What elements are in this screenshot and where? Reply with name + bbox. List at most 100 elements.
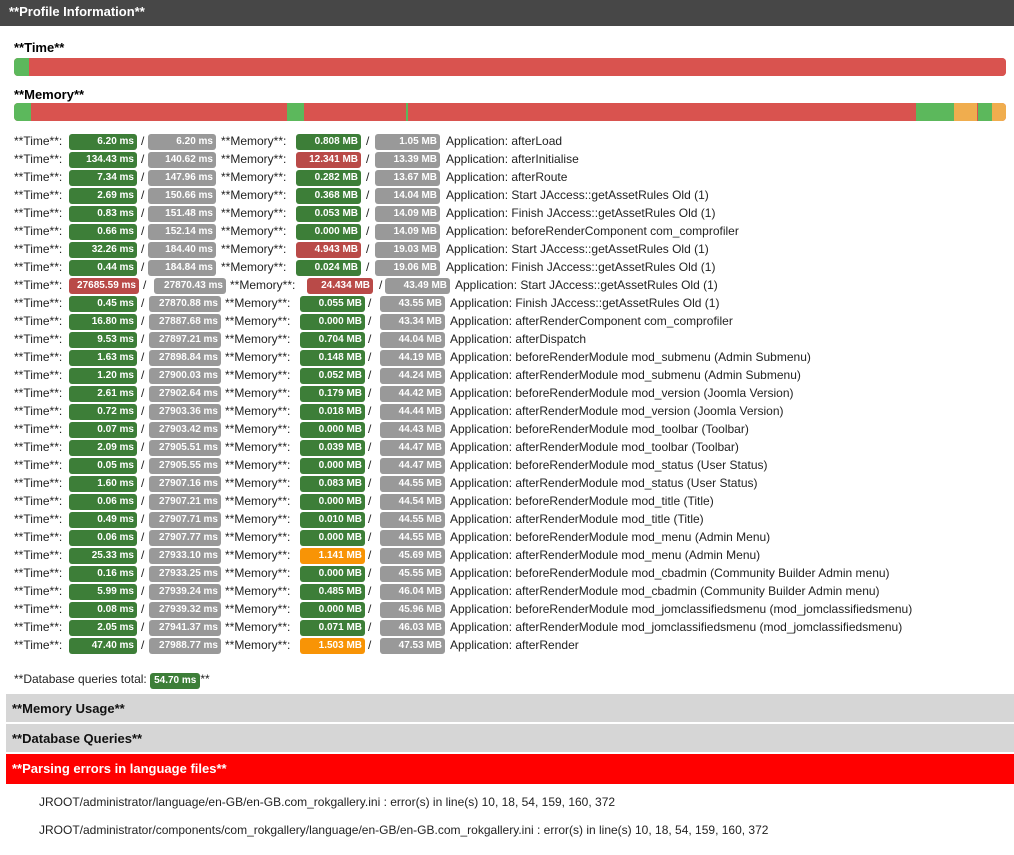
profile-row: **Time**: 0.05 ms / 27905.55 ms **Memory**: 0…: [0, 457, 1014, 475]
profile-row: **Time**: 0.07 ms / 27903.42 ms **Memory**: 0…: [0, 421, 1014, 439]
time-badge: 0.06 ms: [69, 530, 137, 546]
memory-label: **Memory**:: [225, 512, 291, 526]
separator: /: [368, 638, 372, 652]
total-memory-badge: 13.39 MB: [375, 152, 440, 168]
separator: /: [368, 548, 372, 562]
memory-label: **Memory**:: [225, 440, 291, 454]
parsing-errors-panel[interactable]: **Parsing errors in language files**: [6, 754, 1014, 784]
separator: /: [141, 350, 145, 364]
profile-rows: **Time**: 6.20 ms/6.20 ms **Memory**: 0.808…: [0, 133, 1014, 655]
memory-label: **Memory**:: [225, 332, 291, 346]
memory-badge: 0.000 MB: [300, 422, 365, 438]
total-time-badge: 140.62 ms: [148, 152, 216, 168]
memory-label: **Memory**:: [225, 422, 291, 436]
time-badge: 16.80 ms: [69, 314, 137, 330]
time-label: **Time**:: [14, 206, 63, 220]
memory-label: **Memory**:: [225, 368, 291, 382]
total-memory-badge: 44.24 MB: [380, 368, 445, 384]
separator: /: [379, 278, 383, 292]
total-time-badge: 27900.03 ms: [149, 368, 221, 384]
separator: /: [366, 224, 370, 238]
memory-bar-segment: [293, 103, 301, 121]
profile-row: **Time**: 27685.59 ms / 27870.43 ms **Memory…: [0, 277, 1014, 295]
total-time-badge: 150.66 ms: [148, 188, 216, 204]
total-memory-badge: 44.47 MB: [380, 458, 445, 474]
row-message: Application: afterLoad: [446, 134, 563, 148]
memory-badge: 0.053 MB: [296, 206, 361, 222]
separator: /: [141, 476, 145, 490]
time-badge: 2.05 ms: [69, 620, 137, 636]
memory-label: **Memory**:: [221, 152, 287, 166]
profile-row: **Time**: 0.06 ms / 27907.77 ms **Memory**: 0…: [0, 529, 1014, 547]
time-label: **Time**:: [14, 134, 63, 148]
row-message: Application: afterRender: [450, 638, 579, 652]
separator: /: [141, 602, 145, 616]
memory-badge: 0.000 MB: [300, 602, 365, 618]
time-badge: 0.07 ms: [69, 422, 137, 438]
time-label: **Time**:: [14, 386, 63, 400]
time-label: **Time**:: [14, 566, 63, 580]
separator: /: [141, 638, 145, 652]
memory-bar-segment: [992, 103, 1006, 121]
profile-row: **Time**: 16.80 ms / 27887.68 ms **Memory**:…: [0, 313, 1014, 331]
total-time-badge: 6.20 ms: [148, 134, 216, 150]
row-message: Application: Start JAccess::getAssetRule…: [446, 188, 709, 202]
memory-label: **Memory**:: [225, 350, 291, 364]
total-memory-badge: 19.03 MB: [375, 242, 440, 258]
memory-usage-panel[interactable]: **Memory Usage**: [6, 694, 1014, 724]
database-queries-panel[interactable]: **Database Queries**: [6, 724, 1014, 754]
memory-bar-segment: [979, 103, 990, 121]
separator: /: [368, 386, 372, 400]
total-time-badge: 27907.71 ms: [149, 512, 221, 528]
separator: /: [368, 602, 372, 616]
separator: /: [366, 152, 370, 166]
memory-badge: 0.000 MB: [300, 566, 365, 582]
separator: /: [366, 188, 370, 202]
memory-badge: 0.282 MB: [296, 170, 361, 186]
total-time-badge: 27907.21 ms: [149, 494, 221, 510]
separator: /: [141, 422, 145, 436]
memory-bar-segment: [918, 103, 934, 121]
time-label: **Time**:: [14, 440, 63, 454]
separator: /: [141, 494, 145, 508]
total-memory-badge: 43.55 MB: [380, 296, 445, 312]
time-badge: 0.49 ms: [69, 512, 137, 528]
time-badge: 47.40 ms: [69, 638, 137, 654]
total-time-badge: 184.84 ms: [148, 260, 216, 276]
total-memory-badge: 44.55 MB: [380, 476, 445, 492]
row-message: Application: afterRenderModule mod_jomcl…: [450, 620, 903, 634]
total-time-badge: 152.14 ms: [148, 224, 216, 240]
row-message: Application: afterDispatch: [450, 332, 587, 346]
memory-badge: 0.368 MB: [296, 188, 361, 204]
row-message: Application: afterRenderComponent com_co…: [450, 314, 733, 328]
total-memory-badge: 44.47 MB: [380, 440, 445, 456]
total-time-badge: 27905.51 ms: [149, 440, 221, 456]
total-memory-badge: 44.04 MB: [380, 332, 445, 348]
profile-row: **Time**: 2.09 ms / 27905.51 ms **Memory**: 0…: [0, 439, 1014, 457]
profile-row: **Time**: 1.60 ms / 27907.16 ms **Memory**: 0…: [0, 475, 1014, 493]
row-message: Application: beforeRenderModule mod_stat…: [450, 458, 768, 472]
time-bar: [14, 58, 1006, 76]
total-memory-badge: 13.67 MB: [375, 170, 440, 186]
memory-label: **Memory**:: [225, 548, 291, 562]
separator: /: [141, 188, 145, 202]
time-badge: 0.83 ms: [69, 206, 137, 222]
total-time-badge: 27988.77 ms: [149, 638, 221, 654]
row-message: Application: beforeRenderModule mod_vers…: [450, 386, 794, 400]
separator: /: [368, 332, 372, 346]
total-time-badge: 184.40 ms: [148, 242, 216, 258]
total-time-badge: 27870.88 ms: [149, 296, 221, 312]
error-list: JROOT/administrator/language/en-GB/en-GB…: [0, 788, 1014, 844]
time-label: **Time**:: [14, 260, 63, 274]
time-label: **Time**:: [14, 512, 63, 526]
profile-row: **Time**: 0.44 ms/184.84 ms **Memory**: 0.0…: [0, 259, 1014, 277]
total-time-badge: 27898.84 ms: [149, 350, 221, 366]
separator: /: [368, 476, 372, 490]
time-badge: 1.60 ms: [69, 476, 137, 492]
profile-header[interactable]: **Profile Information**: [0, 0, 1014, 26]
separator: /: [141, 404, 145, 418]
time-label: **Time**:: [14, 548, 63, 562]
total-memory-badge: 45.96 MB: [380, 602, 445, 618]
row-message: Application: beforeRenderModule mod_menu…: [450, 530, 771, 544]
error-line: JROOT/administrator/components/com_rokga…: [39, 823, 769, 837]
